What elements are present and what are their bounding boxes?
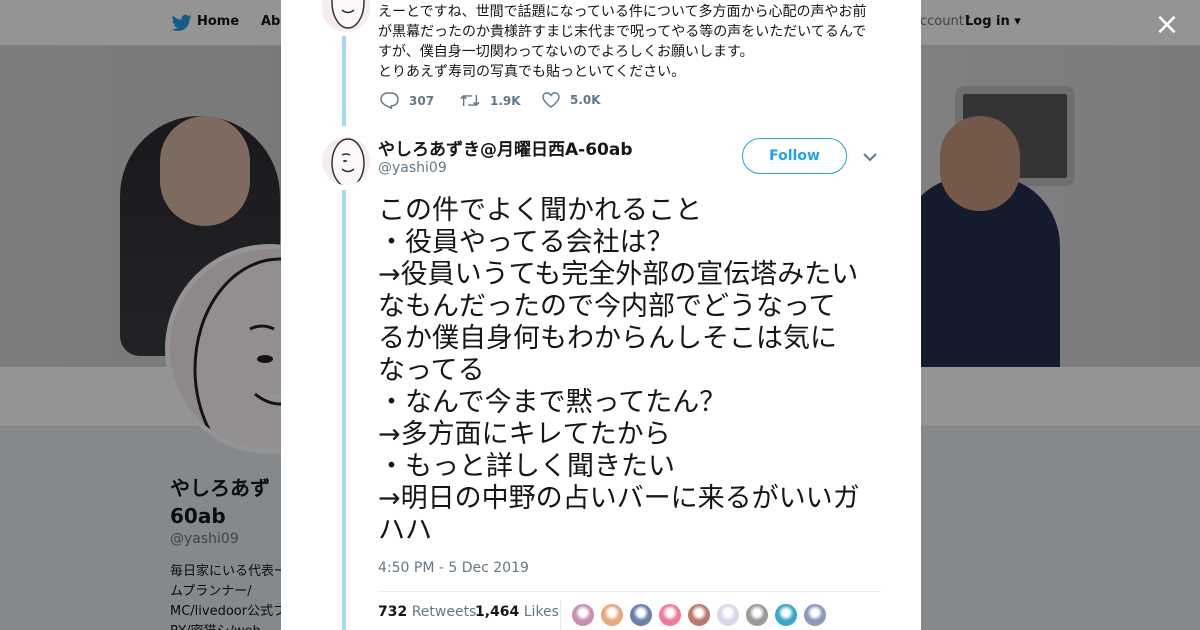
likes-stat[interactable]: 1,464 Likes — [475, 604, 559, 620]
liker-avatar[interactable] — [571, 603, 595, 627]
tweet-permalink-modal: えーとですね、世間で話題になっている件について多方面から心配の声やお前 が黒幕だ… — [281, 0, 921, 630]
tweet-line: ハハ — [378, 515, 432, 546]
reply-count: 307 — [409, 93, 435, 108]
tweet-line: なもんだったので今内部でどうなって — [378, 291, 836, 322]
previous-tweet-line: えーとですね、世間で話題になっている件について多方面から心配の声やお前 — [378, 4, 867, 20]
heart-icon — [542, 92, 560, 108]
previous-tweet-text: えーとですね、世間で話題になっている件について多方面から心配の声やお前 が黒幕だ… — [378, 2, 878, 82]
tweet-text: この件でよく聞かれること ・役員やってる会社は？ →役員いうても完全外部の宣伝塔… — [378, 195, 888, 547]
previous-tweet-line: すが、僕自身一切関わってないのでよろしくお願いします。 — [378, 44, 754, 60]
tweet-line: るか僕自身何もわからんしそこは気に — [378, 323, 837, 354]
stats-divider — [378, 591, 881, 592]
liker-avatar[interactable] — [658, 603, 682, 627]
tweet-line: この件でよく聞かれること — [378, 195, 702, 226]
author-avatar[interactable] — [322, 137, 370, 185]
retweets-stat[interactable]: 732 Retweets — [378, 604, 476, 620]
liker-avatar[interactable] — [687, 603, 711, 627]
follow-button[interactable]: Follow — [742, 138, 847, 174]
retweet-total: 732 — [378, 604, 408, 620]
liker-avatar[interactable] — [629, 603, 653, 627]
tweet-line: ・なんで今まで黙ってたん？ — [378, 387, 727, 418]
reply-icon — [380, 92, 399, 109]
tweet-line: →明日の中野の占いバーに来るがいいガ — [378, 483, 860, 514]
tweet-line: →多方面にキレてたから — [378, 419, 671, 450]
author-handle[interactable]: @yashi09 — [378, 160, 447, 176]
tweet-line: ・もっと詳しく聞きたい — [378, 451, 675, 482]
liker-avatar[interactable] — [600, 603, 624, 627]
retweets-label: Retweets — [411, 604, 477, 620]
liker-avatar[interactable] — [774, 603, 798, 627]
liker-avatar[interactable] — [803, 603, 827, 627]
likes-label: Likes — [523, 604, 559, 620]
tweet-line: ・役員やってる会社は？ — [378, 227, 674, 258]
previous-tweet-line: が黒幕だったのか貴様許すまじ末代まで呪ってやる等の声をいただいてるんで — [378, 24, 867, 40]
tweet-line: →役員いうても完全外部の宣伝塔みたい — [378, 259, 859, 290]
chevron-down-icon — [863, 147, 877, 166]
previous-tweet-avatar[interactable] — [322, 0, 370, 32]
like-count: 5.0K — [570, 93, 601, 107]
thread-connector-top — [342, 36, 346, 126]
retweet-icon — [460, 92, 480, 109]
more-options-button[interactable] — [863, 147, 881, 165]
tweet-timestamp[interactable]: 4:50 PM - 5 Dec 2019 — [378, 560, 529, 576]
tweet-line: なってる — [378, 355, 485, 386]
retweet-count: 1.9K — [490, 93, 521, 108]
retweet-action[interactable]: 1.9K — [460, 92, 521, 109]
author-name[interactable]: やしろあずき@月曜日西A-60ab — [378, 135, 633, 160]
liker-avatar[interactable] — [745, 603, 769, 627]
like-action[interactable]: 5.0K — [542, 92, 601, 108]
reply-action[interactable]: 307 — [380, 92, 434, 109]
liker-avatar[interactable] — [716, 603, 740, 627]
stats-vertical-divider — [560, 600, 561, 630]
close-modal-button[interactable]: × — [1152, 10, 1182, 40]
thread-connector-main — [342, 190, 346, 630]
like-total: 1,464 — [475, 604, 520, 620]
previous-tweet-line: とりあえず寿司の写真でも貼っといてください。 — [378, 64, 686, 80]
